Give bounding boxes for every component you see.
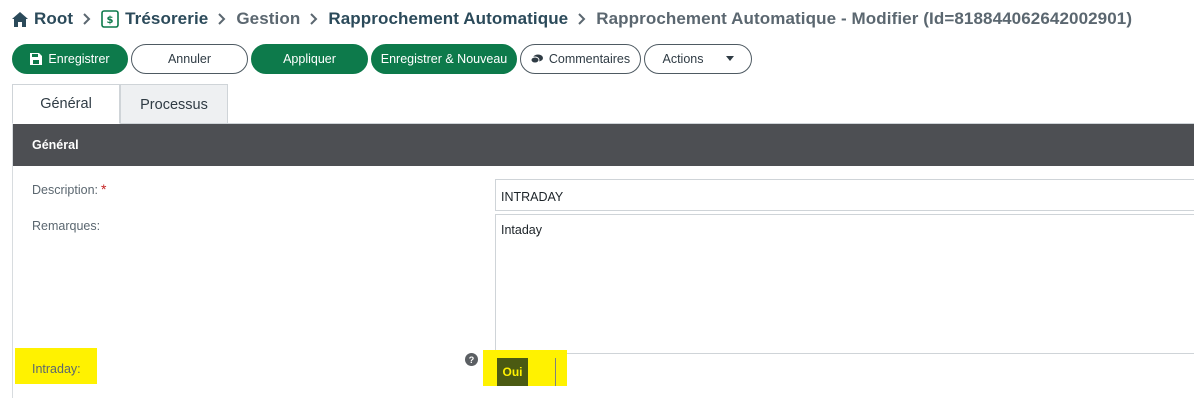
treasury-icon: $ — [101, 10, 119, 28]
intraday-toggle[interactable]: Oui — [497, 358, 528, 386]
cancel-button[interactable]: Annuler — [131, 44, 248, 74]
save-button[interactable]: Enregistrer — [12, 44, 128, 74]
save-and-new-button-label: Enregistrer & Nouveau — [380, 52, 508, 66]
comments-icon — [530, 54, 543, 64]
toolbar: Enregistrer Annuler Appliquer Enregistre… — [12, 44, 752, 74]
tab-label: Processus — [140, 96, 208, 113]
breadcrumb-item-tresorerie[interactable]: $ Trésorerie — [101, 9, 208, 29]
chevron-right-icon — [218, 13, 226, 25]
tab-bar: Général Processus — [12, 84, 228, 124]
breadcrumb-item-rapprochement[interactable]: Rapprochement Automatique — [328, 9, 568, 29]
section-title: Général — [32, 138, 79, 152]
chevron-right-icon — [83, 13, 91, 25]
breadcrumb-item-root[interactable]: Root — [12, 9, 73, 29]
required-marker: * — [101, 181, 107, 197]
apply-button[interactable]: Appliquer — [251, 44, 368, 74]
toggle-separator — [555, 358, 556, 386]
breadcrumb-item-current: Rapprochement Automatique - Modifier (Id… — [596, 9, 1132, 29]
breadcrumb-label: Rapprochement Automatique - Modifier (Id… — [596, 9, 1133, 28]
intraday-label: Intraday: — [32, 362, 81, 376]
general-panel: Général Description: * INTRADAY Remarques… — [12, 124, 1194, 398]
section-header: Général — [13, 124, 1194, 166]
chevron-right-icon — [310, 13, 318, 25]
description-input[interactable]: INTRADAY — [495, 179, 1194, 211]
chevron-right-icon — [578, 13, 586, 25]
breadcrumb-label: Gestion — [236, 9, 301, 28]
svg-text:$: $ — [107, 15, 114, 26]
breadcrumb-label: Root — [34, 9, 74, 28]
breadcrumb-item-gestion: Gestion — [236, 9, 300, 29]
actions-dropdown-label: Actions — [662, 52, 704, 66]
remarques-textarea[interactable]: Intaday — [495, 214, 1194, 354]
floppy-disk-icon — [30, 53, 43, 65]
caret-down-icon — [725, 54, 734, 65]
comments-button-label: Commentaires — [548, 52, 631, 66]
save-button-label: Enregistrer — [48, 52, 110, 66]
home-icon — [12, 11, 28, 27]
breadcrumb-label: Rapprochement Automatique — [328, 9, 569, 28]
remarques-value: Intaday — [501, 223, 543, 237]
breadcrumb-label: Trésorerie — [125, 9, 209, 28]
tab-general[interactable]: Général — [12, 84, 120, 124]
help-icon[interactable]: ? — [465, 353, 478, 366]
tab-processus[interactable]: Processus — [120, 84, 228, 124]
description-value: INTRADAY — [501, 190, 564, 204]
cancel-button-label: Annuler — [167, 52, 212, 66]
apply-button-label: Appliquer — [283, 52, 336, 66]
description-label: Description: — [32, 183, 98, 197]
save-and-new-button[interactable]: Enregistrer & Nouveau — [371, 44, 517, 74]
remarques-label: Remarques: — [32, 219, 101, 233]
breadcrumb: Root $ Trésorerie Gestion Rapprochement … — [12, 7, 1132, 31]
tab-label: Général — [40, 96, 92, 112]
comments-button[interactable]: Commentaires — [520, 44, 641, 74]
actions-dropdown[interactable]: Actions — [644, 44, 752, 74]
intraday-toggle-label: Oui — [502, 365, 523, 379]
help-glyph: ? — [468, 354, 475, 365]
description-label-wrap: Description: * — [32, 181, 106, 197]
